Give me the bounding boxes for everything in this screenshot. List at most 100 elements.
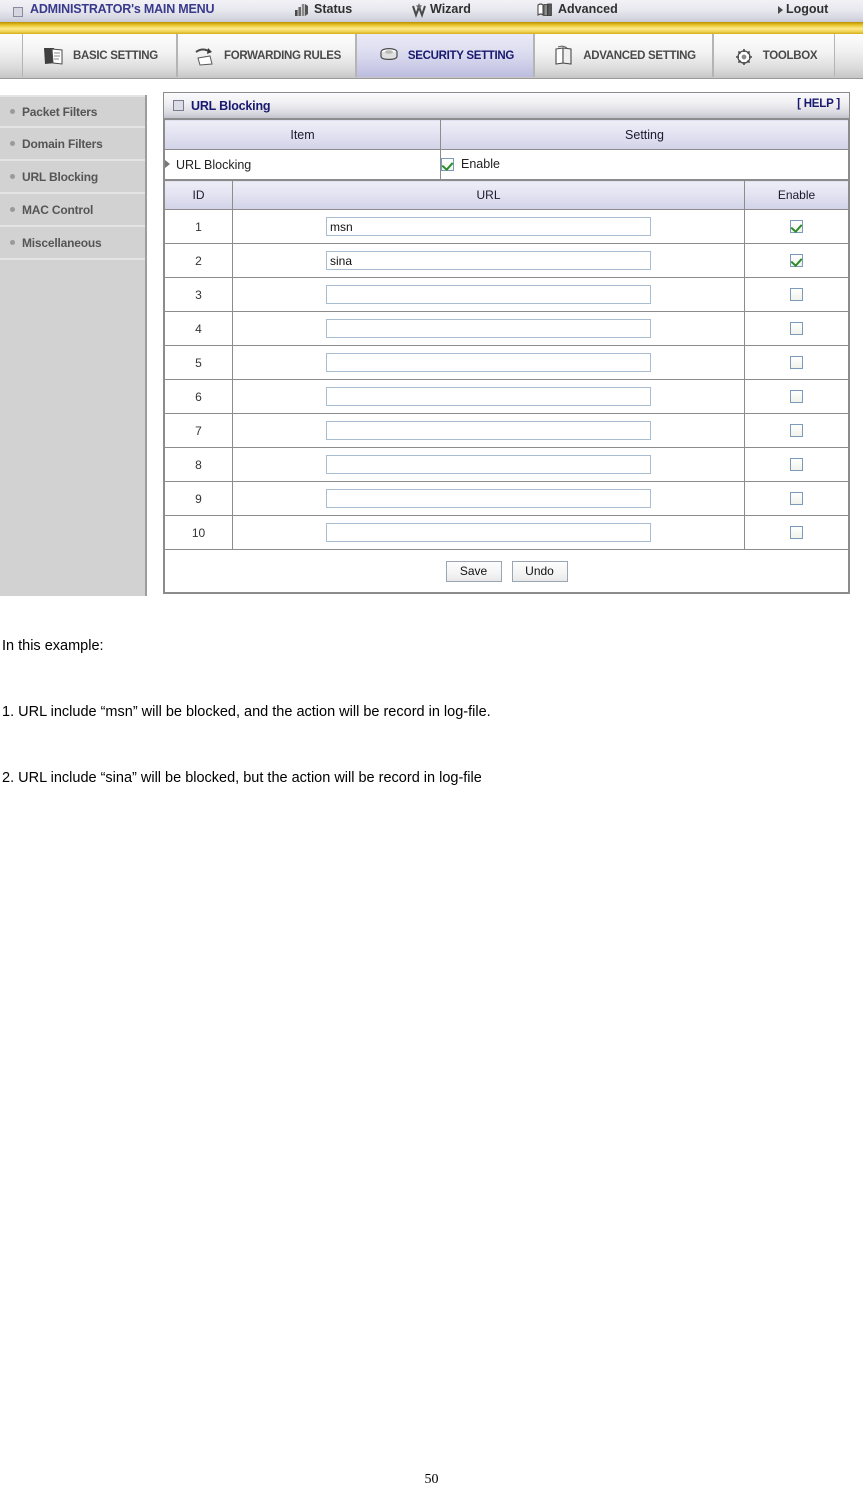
save-button[interactable]: Save: [444, 559, 503, 583]
bullet-icon: [10, 174, 15, 179]
url-blocking-panel: URL Blocking [ HELP ] Item Setting URL B…: [163, 92, 850, 594]
row-enable-cell: [744, 413, 849, 448]
row-enable-cell: [744, 379, 849, 414]
url-input-6[interactable]: [326, 387, 651, 406]
bullet-icon: [10, 141, 15, 146]
row-url-cell: [232, 515, 745, 550]
topnav-status[interactable]: Status: [314, 2, 352, 16]
tab-basic-setting[interactable]: BASIC SETTING: [22, 34, 177, 77]
enable-checkbox-4[interactable]: [790, 321, 803, 335]
row-enable-cell: [744, 345, 849, 380]
url-input-9[interactable]: [326, 489, 651, 508]
row-setting-cell: Enable: [440, 149, 849, 180]
table-row: 7: [164, 413, 849, 448]
row-id-cell: 3: [164, 277, 233, 312]
shield-stack-icon: [376, 43, 402, 69]
row-item-label: URL Blocking: [176, 157, 252, 172]
row-id-cell: 6: [164, 379, 233, 414]
column-header-url: URL: [232, 180, 745, 210]
enable-checkbox-1[interactable]: [790, 219, 803, 233]
tab-forwarding-rules[interactable]: FORWARDING RULES: [177, 34, 356, 77]
tab-toolbox[interactable]: TOOLBOX: [713, 34, 835, 77]
triangle-right-icon: [165, 159, 170, 168]
url-input-4[interactable]: [326, 319, 651, 338]
sidebar-item-label: Domain Filters: [22, 136, 103, 151]
tab-label: FORWARDING RULES: [223, 49, 342, 62]
window-icon: [13, 7, 23, 17]
row-enable-cell: [744, 515, 849, 550]
help-link[interactable]: [ HELP ]: [797, 98, 840, 110]
table-row: 5: [164, 345, 849, 380]
sidebar-item-url-blocking[interactable]: URL Blocking: [0, 161, 145, 194]
enable-checkbox-6[interactable]: [790, 389, 803, 403]
undo-button[interactable]: Undo: [510, 559, 569, 583]
enable-checkbox-7[interactable]: [790, 423, 803, 437]
tab-label: ADVANCED SETTING: [583, 49, 696, 62]
url-input-2[interactable]: [326, 251, 651, 270]
url-input-3[interactable]: [326, 285, 651, 304]
column-header-enable: Enable: [744, 180, 849, 210]
enable-checkbox-5[interactable]: [790, 355, 803, 369]
row-enable-cell: [744, 311, 849, 346]
sidebar-item-mac-control[interactable]: MAC Control: [0, 194, 145, 227]
example-line-2: 2. URL include “sina” will be blocked, b…: [2, 770, 482, 786]
row-id-cell: 4: [164, 311, 233, 346]
main-menu-tabs: BASIC SETTING FORWARDING RULES SECURITY …: [0, 34, 863, 79]
row-id-cell: 2: [164, 243, 233, 278]
url-input-7[interactable]: [326, 421, 651, 440]
row-id-cell: 5: [164, 345, 233, 380]
sidebar-item-miscellaneous[interactable]: Miscellaneous: [0, 227, 145, 260]
url-rules-table: ID URL Enable 12345678910 Save Undo: [164, 180, 849, 593]
row-id-cell: 9: [164, 481, 233, 516]
row-url-cell: [232, 447, 745, 482]
row-id-cell: 8: [164, 447, 233, 482]
url-input-1[interactable]: [326, 217, 651, 236]
topnav-wizard[interactable]: Wizard: [430, 2, 471, 16]
column-header-id: ID: [164, 180, 233, 210]
rules-header-row: ID URL Enable: [164, 180, 849, 210]
bullet-icon: [10, 240, 15, 245]
url-input-10[interactable]: [326, 523, 651, 542]
topnav-logout[interactable]: Logout: [786, 2, 828, 16]
table-row: 8: [164, 447, 849, 482]
topnav-advanced[interactable]: Advanced: [558, 2, 618, 16]
sidebar-item-packet-filters[interactable]: Packet Filters: [0, 95, 145, 128]
gear-tools-icon: [731, 43, 757, 69]
tab-advanced-setting[interactable]: ADVANCED SETTING: [534, 34, 713, 77]
table-row: 10: [164, 515, 849, 550]
url-blocking-enable-row: URL Blocking Enable: [164, 149, 849, 180]
table-header-row: Item Setting: [164, 119, 849, 150]
row-url-cell: [232, 243, 745, 278]
bullet-icon: [10, 109, 15, 114]
sidebar-item-domain-filters[interactable]: Domain Filters: [0, 128, 145, 161]
sidebar-item-label: Packet Filters: [22, 104, 98, 119]
page-number: 50: [424, 1472, 439, 1487]
url-input-5[interactable]: [326, 353, 651, 372]
table-row: 4: [164, 311, 849, 346]
sidebar: Packet Filters Domain Filters URL Blocki…: [0, 95, 147, 596]
example-line-1: 1. URL include “msn” will be blocked, an…: [2, 704, 491, 720]
tab-label: BASIC SETTING: [73, 49, 158, 62]
enable-checkbox-8[interactable]: [790, 457, 803, 471]
table-row: 3: [164, 277, 849, 312]
arrows-forward-icon: [192, 43, 218, 69]
row-enable-cell: [744, 481, 849, 516]
action-row: Save Undo: [164, 549, 849, 593]
row-url-cell: [232, 311, 745, 346]
row-enable-cell: [744, 209, 849, 244]
gold-divider: [0, 22, 863, 34]
table-row: 9: [164, 481, 849, 516]
window-icon: [173, 100, 184, 111]
row-item-label-cell: URL Blocking: [164, 149, 441, 180]
enable-checkbox-10[interactable]: [790, 525, 803, 539]
row-url-cell: [232, 413, 745, 448]
url-input-8[interactable]: [326, 455, 651, 474]
enable-checkbox-3[interactable]: [790, 287, 803, 301]
enable-checkbox-9[interactable]: [790, 491, 803, 505]
column-header-setting: Setting: [440, 119, 849, 150]
table-row: 6: [164, 379, 849, 414]
enable-checkbox-2[interactable]: [790, 253, 803, 267]
tab-security-setting[interactable]: SECURITY SETTING: [356, 34, 534, 77]
row-url-cell: [232, 481, 745, 516]
url-blocking-enable-checkbox[interactable]: [441, 158, 454, 171]
